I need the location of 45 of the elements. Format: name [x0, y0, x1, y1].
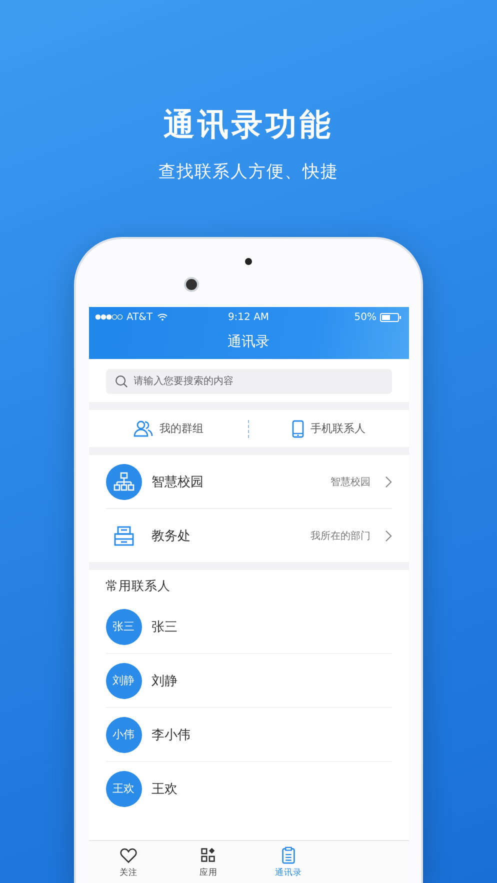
phone-icon: [292, 420, 304, 438]
headline: 通讯录功能: [164, 106, 334, 145]
contact-row[interactable]: 王欢 王欢: [106, 761, 392, 815]
segment-button[interactable]: 我的群组: [131, 418, 206, 439]
list-row[interactable]: 智慧校园 智慧校园: [106, 455, 392, 508]
contact-name: 李小伟: [152, 726, 190, 744]
carrier: AT&T: [126, 312, 153, 322]
contact-name: 刘静: [152, 672, 178, 690]
search-icon: [114, 375, 128, 388]
wifi-icon: [156, 313, 168, 321]
row-title: 智慧校园: [152, 474, 204, 490]
tab[interactable]: 关注: [88, 841, 168, 883]
contact-name: 王欢: [152, 780, 178, 798]
row-detail: 我所在的部门: [310, 530, 370, 542]
grid-icon: [199, 846, 218, 864]
row-title: 教务处: [152, 528, 192, 544]
document-tray-icon: [112, 524, 134, 546]
nav-title: 通讯录: [228, 334, 270, 350]
contact-row[interactable]: 小伟 李小伟: [106, 707, 392, 761]
contact-row[interactable]: 刘静 刘静: [106, 653, 392, 707]
section-title: 常用联系人: [106, 578, 170, 593]
subtitle: 查找联系人方便、快捷: [158, 161, 338, 183]
chevron-icon: [384, 530, 392, 542]
avatar: 王欢: [106, 770, 142, 806]
avatar: 张三: [106, 608, 142, 644]
tab[interactable]: 应用: [168, 841, 248, 883]
contact-row[interactable]: 张三 张三: [106, 600, 392, 653]
heart-icon: [119, 846, 138, 864]
org-chart-icon: [106, 464, 142, 500]
speaker-icon: [245, 258, 252, 265]
battery-percent: 50%: [354, 312, 376, 322]
contact-name: 张三: [152, 618, 178, 636]
signal-icon: [94, 314, 122, 320]
list-row[interactable]: 教务处 我所在的部门: [106, 508, 392, 562]
camera-icon: [184, 277, 199, 292]
segment-button[interactable]: 手机联系人: [290, 418, 368, 440]
search-field[interactable]: 请输入您要搜索的内容: [106, 369, 392, 394]
clipboard-icon: [279, 846, 298, 864]
avatar: 小伟: [106, 716, 142, 752]
chevron-icon: [384, 476, 392, 488]
avatar: 刘静: [106, 662, 142, 698]
battery-icon: [380, 312, 402, 322]
row-detail: 智慧校园: [330, 476, 370, 488]
clock: 9:12 AM: [228, 312, 270, 322]
people-icon: [133, 420, 154, 437]
